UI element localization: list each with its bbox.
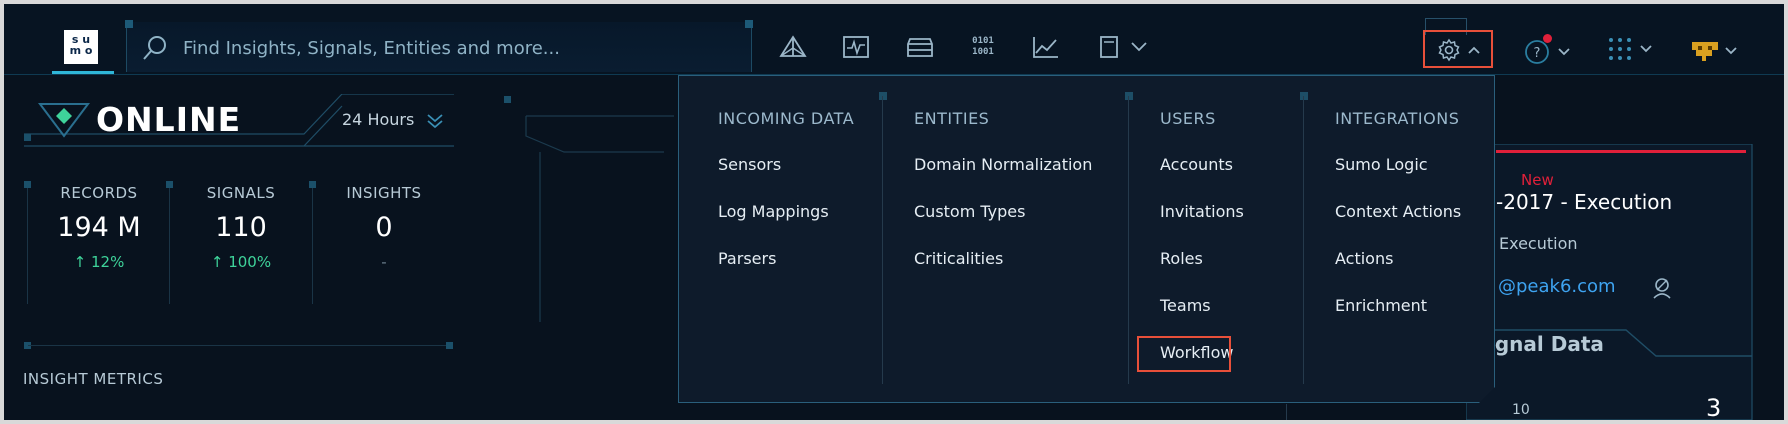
insight-entity-link[interactable]: @peak6.com xyxy=(1498,276,1616,297)
menu-item-sensors[interactable]: Sensors xyxy=(718,155,854,179)
user-avatar-button[interactable] xyxy=(1692,38,1740,66)
time-range-select[interactable]: 24 Hours xyxy=(342,110,445,130)
chart-axis-label: 10 xyxy=(1512,402,1530,418)
metric-value: 0 xyxy=(375,212,393,243)
binary-icon[interactable]: 0101 1001 xyxy=(968,34,998,62)
user-unknown-icon[interactable] xyxy=(1651,276,1673,300)
signals-metric[interactable]: SIGNALS 110 ↑ 100% xyxy=(176,184,306,271)
column-separator xyxy=(1303,96,1304,384)
metric-separator xyxy=(27,188,28,304)
search-corner-right xyxy=(745,20,753,28)
menu-item-criticalities[interactable]: Criticalities xyxy=(914,249,1092,273)
binary-line-1: 0101 xyxy=(972,36,994,46)
chevron-down-icon xyxy=(1640,45,1652,53)
background-decoration xyxy=(504,96,674,322)
metric-value: 194 M xyxy=(57,212,141,243)
search-input[interactable] xyxy=(181,33,705,63)
binary-line-2: 1001 xyxy=(972,47,994,57)
insight-metrics-title: INSIGHT METRICS xyxy=(23,370,164,388)
settings-dropdown-menu: INCOMING DATA Sensors Log Mappings Parse… xyxy=(678,75,1495,403)
menu-column-users: USERS Accounts Invitations Roles Teams W… xyxy=(1160,109,1244,367)
menu-item-custom-types[interactable]: Custom Types xyxy=(914,202,1092,226)
menu-item-invitations[interactable]: Invitations xyxy=(1160,202,1244,226)
frame-corner xyxy=(1125,92,1133,100)
metric-value: 110 xyxy=(215,212,267,243)
menu-heading: ENTITIES xyxy=(914,109,990,128)
triangle-network-icon[interactable] xyxy=(778,34,808,60)
chevron-down-icon[interactable] xyxy=(1124,34,1154,60)
insight-title[interactable]: -2017 - Execution xyxy=(1496,190,1672,214)
menu-item-sumo-logic[interactable]: Sumo Logic xyxy=(1335,155,1461,179)
records-metric[interactable]: RECORDS 194 M ↑ 12% xyxy=(34,184,164,271)
chevron-down-icon xyxy=(1558,48,1570,56)
workflow-highlight-box xyxy=(1137,336,1231,372)
chevron-up-icon xyxy=(1468,46,1480,54)
frame-corner xyxy=(1300,92,1308,100)
avatar xyxy=(1692,42,1718,61)
sumo-logo[interactable]: s u m o xyxy=(64,30,98,64)
time-range-value: 24 Hours xyxy=(342,110,415,129)
frame-corner xyxy=(24,181,31,188)
metric-change: ↑ 100% xyxy=(210,253,272,271)
menu-item-actions[interactable]: Actions xyxy=(1335,249,1461,273)
metric-label: INSIGHTS xyxy=(346,184,422,202)
top-bar: s u m o 0101 1001 xyxy=(4,4,1784,75)
menu-item-parsers[interactable]: Parsers xyxy=(718,249,854,273)
home-tab-indicator xyxy=(52,71,114,74)
logo-text-bottom: m o xyxy=(69,44,93,57)
metric-change: ↑ 12% xyxy=(73,253,125,271)
help-button[interactable]: ? xyxy=(1523,34,1583,68)
section-divider xyxy=(28,345,448,346)
panel-separator xyxy=(1286,404,1287,420)
gear-icon xyxy=(1438,38,1460,62)
pulse-chart-icon[interactable] xyxy=(841,34,871,60)
menu-column-incoming-data: INCOMING DATA Sensors Log Mappings Parse… xyxy=(718,109,854,273)
new-badge: New xyxy=(1521,171,1554,189)
column-separator xyxy=(1128,96,1129,384)
online-status-icon xyxy=(38,103,90,138)
chevron-down-icon xyxy=(1725,47,1737,55)
menu-item-enrichment[interactable]: Enrichment xyxy=(1335,296,1461,320)
metric-separator xyxy=(169,188,170,304)
menu-heading: USERS xyxy=(1160,109,1216,128)
menu-heading: INCOMING DATA xyxy=(718,109,855,128)
insights-metric[interactable]: INSIGHTS 0 - xyxy=(319,184,449,271)
frame-corner xyxy=(24,134,31,141)
menu-item-accounts[interactable]: Accounts xyxy=(1160,155,1244,179)
frame-corner xyxy=(446,342,453,349)
metric-label: RECORDS xyxy=(60,184,138,202)
metric-change: - xyxy=(381,253,387,271)
online-status-label: ONLINE xyxy=(96,100,242,139)
double-chevron-down-icon xyxy=(427,113,444,128)
insight-stage: Execution xyxy=(1499,234,1578,253)
frame-corner xyxy=(166,181,173,188)
metric-separator xyxy=(312,188,313,304)
signal-data-tab[interactable]: ignal Data xyxy=(1488,332,1604,356)
metric-label: SIGNALS xyxy=(206,184,276,202)
global-search xyxy=(125,20,753,72)
apps-menu-button[interactable] xyxy=(1607,36,1657,66)
database-icon[interactable] xyxy=(905,34,935,60)
menu-item-log-mappings[interactable]: Log Mappings xyxy=(718,202,854,226)
notification-badge xyxy=(1543,34,1552,43)
svg-text:?: ? xyxy=(1534,46,1541,61)
menu-column-integrations: INTEGRATIONS Sumo Logic Context Actions … xyxy=(1335,109,1461,320)
menu-item-domain-normalization[interactable]: Domain Normalization xyxy=(914,155,1092,179)
tablet-icon[interactable] xyxy=(1094,34,1124,60)
chart-count: 3 xyxy=(1706,394,1722,420)
settings-button[interactable] xyxy=(1423,30,1493,68)
line-chart-icon[interactable] xyxy=(1031,34,1061,60)
app-window: s u m o 0101 1001 xyxy=(4,4,1784,420)
menu-column-entities: ENTITIES Domain Normalization Custom Typ… xyxy=(914,109,1092,273)
menu-item-teams[interactable]: Teams xyxy=(1160,296,1244,320)
menu-item-context-actions[interactable]: Context Actions xyxy=(1335,202,1461,226)
menu-heading: INTEGRATIONS xyxy=(1335,109,1460,128)
column-separator xyxy=(882,96,883,384)
search-icon[interactable] xyxy=(141,34,169,62)
frame-corner xyxy=(309,181,316,188)
menu-item-roles[interactable]: Roles xyxy=(1160,249,1244,273)
grid-icon xyxy=(1609,38,1631,60)
frame-corner xyxy=(879,92,887,100)
search-corner-left xyxy=(125,20,133,28)
